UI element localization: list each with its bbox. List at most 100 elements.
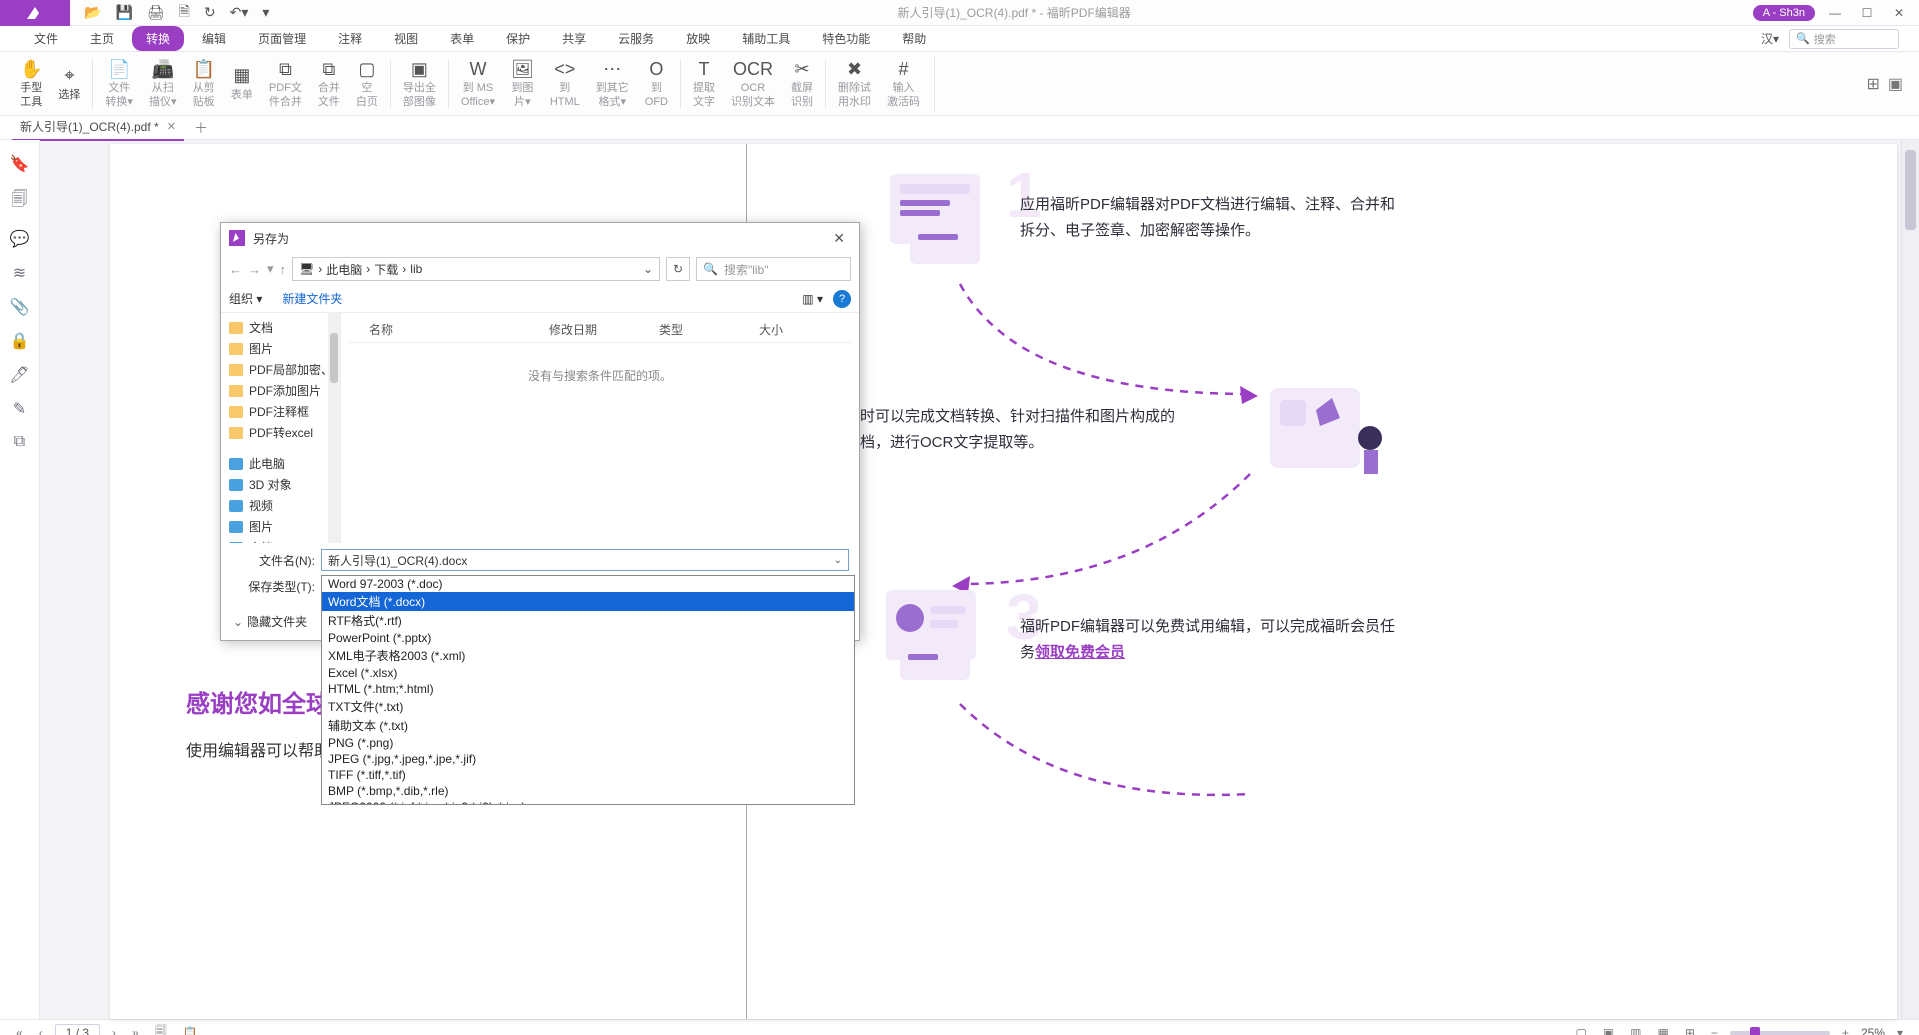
paste-icon[interactable]: 📋 xyxy=(179,1024,202,1035)
tree-item[interactable]: 图片 xyxy=(221,338,340,359)
help-button[interactable]: ? xyxy=(833,290,851,308)
col-name[interactable]: 名称 xyxy=(349,321,549,338)
ribbon-到图片[interactable]: 🖼到图片▾ xyxy=(503,56,542,112)
ribbon-导出全部图像[interactable]: ▣导出全部图像 xyxy=(395,56,444,112)
ribbon-OCR识别文本[interactable]: OCROCR识别文本 xyxy=(723,56,783,112)
menu-home[interactable]: 主页 xyxy=(76,26,128,51)
menu-convert[interactable]: 转换 xyxy=(132,26,184,51)
ribbon-表单[interactable]: ▦表单 xyxy=(223,62,261,104)
view-toggle-button[interactable]: ▥ ▾ xyxy=(802,292,823,306)
security-icon[interactable]: 🔒 xyxy=(10,331,30,351)
ribbon-输入激活码[interactable]: #输入激活码 xyxy=(879,56,928,112)
layers-icon[interactable]: ≋ xyxy=(13,263,26,283)
vertical-scrollbar[interactable] xyxy=(1901,140,1919,1019)
ribbon-从剪贴板[interactable]: 📋从剪贴板 xyxy=(184,56,222,112)
zoom-dropdown[interactable]: ▾ xyxy=(1893,1024,1907,1035)
menu-page-manage[interactable]: 页面管理 xyxy=(244,26,320,51)
qat-save-icon[interactable]: 💾 xyxy=(115,4,132,21)
ribbon-collapse-icon[interactable]: ⊞ xyxy=(1866,74,1879,94)
ribbon-空白页[interactable]: ▢空白页 xyxy=(348,56,386,112)
tree-item[interactable]: 3D 对象 xyxy=(221,474,340,495)
tree-item[interactable]: PDF转excel xyxy=(221,422,340,443)
ribbon-文件转换[interactable]: 📄文件转换▾ xyxy=(97,56,141,112)
menu-cloud[interactable]: 云服务 xyxy=(604,26,668,51)
tab-add-button[interactable]: ＋ xyxy=(194,118,208,138)
next-page-button[interactable]: › xyxy=(108,1024,120,1035)
hide-folders-toggle[interactable]: ⌄隐藏文件夹 xyxy=(233,613,307,630)
tab-close-icon[interactable]: ✕ xyxy=(167,120,176,133)
bookmark-icon[interactable]: 🔖 xyxy=(10,154,30,174)
breadcrumb-1[interactable]: 下载 xyxy=(374,261,398,278)
ribbon-PDF文件合并[interactable]: ⧉PDF文件合并 xyxy=(261,56,310,112)
menu-form[interactable]: 表单 xyxy=(436,26,488,51)
free-member-link[interactable]: 领取免费会员 xyxy=(1035,644,1125,661)
zoom-level[interactable]: 25% xyxy=(1861,1026,1885,1035)
nav-forward-button[interactable]: → xyxy=(248,262,261,277)
menu-view[interactable]: 视图 xyxy=(380,26,432,51)
col-size[interactable]: 大小 xyxy=(759,321,819,338)
filetype-option[interactable]: Word文档 (*.docx) xyxy=(322,592,854,611)
maximize-button[interactable]: ☐ xyxy=(1855,3,1879,23)
minimize-button[interactable]: — xyxy=(1823,3,1847,23)
comments-icon[interactable]: 💬 xyxy=(10,229,30,249)
menu-present[interactable]: 放映 xyxy=(672,26,724,51)
qat-undo-dropdown-icon[interactable]: ↶▾ xyxy=(230,4,249,21)
attachments-icon[interactable]: 📎 xyxy=(10,297,30,317)
qat-open-icon[interactable]: 📂 xyxy=(84,4,101,21)
document-tab[interactable]: 新人引导(1)_OCR(4).pdf * ✕ xyxy=(12,114,184,141)
signatures-icon[interactable]: 🖊 xyxy=(9,365,29,385)
breadcrumb-2[interactable]: lib xyxy=(410,262,422,276)
ribbon-删除试用水印[interactable]: ✖删除试用水印 xyxy=(830,56,879,112)
ribbon-到HTML[interactable]: <>到HTML xyxy=(542,56,588,112)
filetype-option[interactable]: BMP (*.bmp,*.dib,*.rle) xyxy=(322,783,854,799)
filetype-option[interactable]: JPEG2000 (*.jpf,*.jpx,*.jp2,*.j2k,*.jpc) xyxy=(322,799,854,805)
zoom-slider[interactable] xyxy=(1730,1031,1830,1035)
page-indicator[interactable]: 1 / 3 xyxy=(55,1024,100,1035)
first-page-button[interactable]: « xyxy=(12,1024,27,1035)
qat-redo-icon[interactable]: ↻ xyxy=(204,4,216,21)
filetype-option[interactable]: 辅助文本 (*.txt) xyxy=(322,716,854,735)
filetype-option[interactable]: HTML (*.htm;*.html) xyxy=(322,681,854,697)
ribbon-到其它格式[interactable]: ⋯到其它格式▾ xyxy=(588,56,637,112)
filetype-option[interactable]: Excel (*.xlsx) xyxy=(322,665,854,681)
language-selector[interactable]: 汉▾ xyxy=(1761,30,1779,47)
tree-item[interactable]: PDF注释框 xyxy=(221,401,340,422)
filetype-option[interactable]: PowerPoint (*.pptx) xyxy=(322,630,854,646)
menu-comment[interactable]: 注释 xyxy=(324,26,376,51)
new-folder-button[interactable]: 新建文件夹 xyxy=(282,290,342,307)
dialog-close-button[interactable]: ✕ xyxy=(827,228,851,249)
filetype-option[interactable]: Word 97-2003 (*.doc) xyxy=(322,576,854,592)
close-button[interactable]: ✕ xyxy=(1887,3,1911,23)
menu-accessibility[interactable]: 辅助工具 xyxy=(728,26,804,51)
ribbon-选择[interactable]: ⌖选择 xyxy=(50,62,88,104)
clipboard-icon[interactable]: ✎ xyxy=(13,399,26,419)
view-mode-2[interactable]: ▣ xyxy=(1599,1024,1618,1035)
ribbon-合并文件[interactable]: ⧉合并文件 xyxy=(310,56,348,112)
tree-item[interactable]: 视频 xyxy=(221,495,340,516)
breadcrumb-path[interactable]: 🖥 › 此电脑 › 下载 › lib ⌄ xyxy=(292,257,660,281)
filetype-option[interactable]: JPEG (*.jpg,*.jpeg,*.jpe,*.jif) xyxy=(322,751,854,767)
folder-tree[interactable]: 文档图片PDF局部加密、PDF添加图片PDF注释框PDF转excel此电脑3D … xyxy=(221,313,341,543)
tree-item[interactable]: 图片 xyxy=(221,516,340,537)
scrollbar-thumb[interactable] xyxy=(1905,150,1916,230)
col-date[interactable]: 修改日期 xyxy=(549,321,659,338)
refresh-button[interactable]: ↻ xyxy=(666,257,690,281)
zoom-out-button[interactable]: − xyxy=(1707,1024,1722,1035)
ribbon-pin-icon[interactable]: ▣ xyxy=(1888,74,1903,94)
filename-input[interactable]: 新人引导(1)_OCR(4).docx ⌄ xyxy=(321,549,849,571)
qat-new-icon[interactable]: 🗎 xyxy=(179,1,190,25)
col-type[interactable]: 类型 xyxy=(659,321,759,338)
menu-features[interactable]: 特色功能 xyxy=(808,26,884,51)
filetype-option[interactable]: TXT文件(*.txt) xyxy=(322,697,854,716)
ribbon-提取文字[interactable]: T提取文字 xyxy=(685,56,723,112)
ribbon-从扫描仪[interactable]: 📠从扫描仪▾ xyxy=(141,56,185,112)
user-badge[interactable]: A - Sh3n xyxy=(1753,5,1815,21)
ribbon-到OFD[interactable]: O到OFD xyxy=(637,56,676,112)
zoom-in-button[interactable]: + xyxy=(1838,1024,1853,1035)
menu-protect[interactable]: 保护 xyxy=(492,26,544,51)
filetype-option[interactable]: RTF格式(*.rtf) xyxy=(322,611,854,630)
tree-item[interactable]: PDF局部加密、 xyxy=(221,359,340,380)
last-page-button[interactable]: » xyxy=(128,1024,143,1035)
menu-file[interactable]: 文件 xyxy=(20,26,72,51)
menu-edit[interactable]: 编辑 xyxy=(188,26,240,51)
